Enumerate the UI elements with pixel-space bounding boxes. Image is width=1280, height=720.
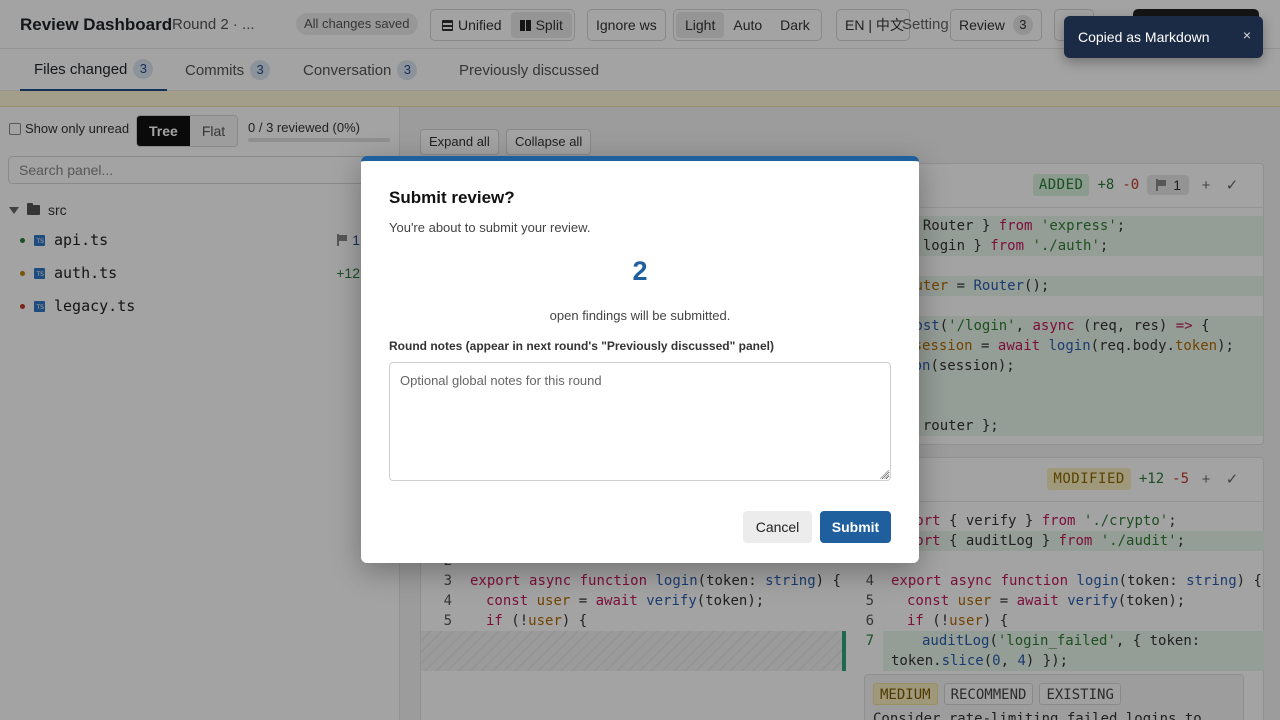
dialog-subtitle: You're about to submit your review. (389, 220, 591, 235)
toast-message: Copied as Markdown (1078, 29, 1210, 45)
dialog-title: Submit review? (389, 188, 515, 207)
round-notes-label: Round notes (appear in next round's "Pre… (389, 339, 774, 353)
cancel-button[interactable]: Cancel (743, 511, 812, 543)
round-notes-textarea[interactable] (389, 362, 891, 481)
submit-button[interactable]: Submit (820, 511, 891, 543)
submit-review-dialog: Submit review? You're about to submit yo… (361, 156, 919, 563)
toast-notification: Copied as Markdown × (1064, 16, 1263, 58)
open-findings-count: 2 (632, 256, 648, 286)
open-findings-label: open findings will be submitted. (549, 308, 731, 323)
close-icon[interactable]: × (1243, 27, 1251, 43)
